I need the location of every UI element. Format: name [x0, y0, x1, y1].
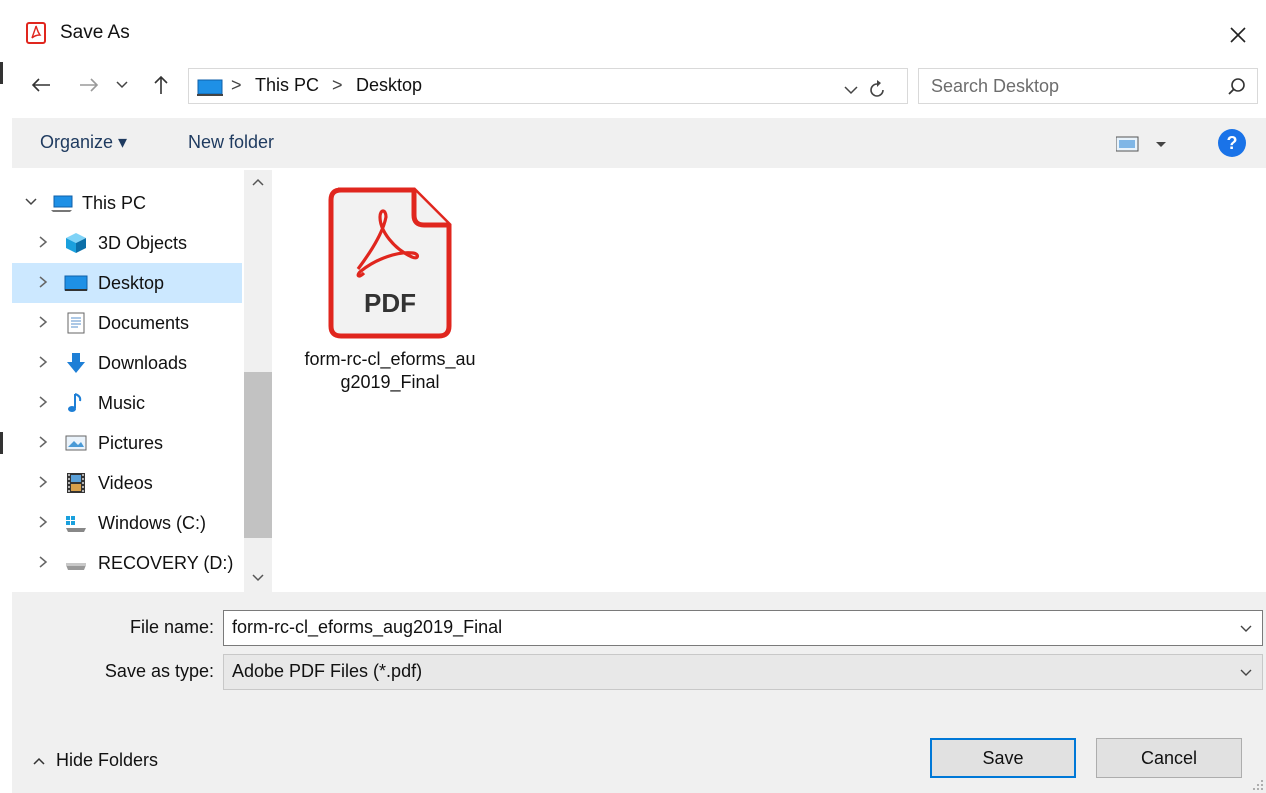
save-type-value: Adobe PDF Files (*.pdf) — [232, 661, 423, 681]
close-icon — [1230, 27, 1246, 43]
file-name-value[interactable]: form-rc-cl_eforms_aug2019_Final — [232, 617, 502, 638]
chevron-down-icon[interactable] — [248, 568, 268, 588]
nav-label: Downloads — [98, 353, 188, 373]
cancel-button[interactable]: Cancel — [1096, 738, 1242, 778]
nav-item-this-pc[interactable]: This PC — [12, 183, 242, 223]
organize-menu[interactable]: Organize ▾ — [40, 132, 127, 153]
refresh-icon[interactable] — [865, 78, 889, 102]
save-type-label: Save as type: — [104, 661, 214, 681]
nav-item-music[interactable]: Music — [12, 383, 242, 423]
chevron-right-icon[interactable] — [36, 354, 50, 370]
drive-icon — [66, 563, 86, 570]
chevron-up-icon[interactable] — [248, 172, 268, 192]
save-options-panel: File name: form-rc-cl_eforms_aug2019_Fin… — [12, 592, 1266, 793]
command-bar: Organize ▾ New folder ? — [12, 118, 1266, 168]
chevron-right-icon[interactable] — [36, 274, 50, 290]
breadcrumb-separator: > — [231, 75, 242, 95]
hide-folders-button[interactable]: Hide Folders — [56, 750, 158, 771]
address-bar[interactable]: > This PC > Desktop — [188, 68, 908, 104]
chevron-down-icon — [116, 81, 128, 89]
navigation-pane: This PC 3D Objects Desktop Documents Dow… — [12, 170, 272, 592]
change-view-button[interactable] — [1115, 133, 1172, 155]
new-folder-button[interactable]: New folder — [188, 132, 274, 153]
file-name-label: File name: — [129, 617, 214, 637]
chevron-right-icon[interactable] — [36, 554, 50, 570]
nav-item-3d-objects[interactable]: 3D Objects — [12, 223, 242, 263]
chevron-down-icon[interactable] — [1238, 622, 1254, 636]
search-input[interactable]: Search Desktop — [918, 68, 1258, 104]
file-list: PDF form-rc-cl_eforms_aug2019_Final — [272, 170, 1266, 592]
chevron-right-icon[interactable] — [36, 434, 50, 450]
chevron-right-icon[interactable] — [36, 474, 50, 490]
breadcrumb-this-pc[interactable]: This PC — [255, 75, 319, 96]
forward-button[interactable] — [74, 70, 104, 100]
arrow-left-icon — [31, 78, 50, 92]
view-options-icon — [1115, 136, 1166, 152]
scroll-thumb[interactable] — [244, 372, 272, 538]
acrobat-app-icon — [26, 22, 46, 44]
resize-grip-icon[interactable] — [1252, 779, 1264, 791]
pdf-icon-text: PDF — [364, 288, 416, 318]
film-icon — [67, 473, 85, 493]
help-button[interactable]: ? — [1218, 129, 1246, 157]
chevron-right-icon[interactable] — [36, 394, 50, 410]
nav-item-desktop[interactable]: Desktop — [12, 263, 242, 303]
windows-drive-icon — [66, 516, 86, 532]
nav-label: This PC — [82, 193, 147, 213]
nav-label: Videos — [98, 473, 153, 493]
chevron-right-icon[interactable] — [36, 314, 50, 330]
nav-scrollbar[interactable] — [244, 170, 272, 592]
computer-icon — [197, 79, 223, 96]
chevron-right-icon[interactable] — [36, 514, 50, 530]
up-button[interactable] — [146, 70, 176, 100]
save-type-select[interactable]: Adobe PDF Files (*.pdf) — [223, 654, 1263, 690]
save-button[interactable]: Save — [930, 738, 1076, 778]
desktop-icon — [64, 275, 88, 291]
chevron-down-icon[interactable] — [24, 194, 38, 210]
nav-label: Music — [98, 393, 146, 413]
nav-item-recovery-d[interactable]: RECOVERY (D:) — [12, 543, 242, 583]
breadcrumb-desktop[interactable]: Desktop — [356, 75, 422, 96]
nav-label: 3D Objects — [98, 233, 188, 253]
arrow-up-icon — [154, 75, 168, 94]
music-note-icon — [68, 393, 82, 412]
file-name-field[interactable]: form-rc-cl_eforms_aug2019_Final — [223, 610, 1263, 646]
download-arrow-icon — [67, 353, 85, 373]
search-icon — [1228, 78, 1245, 95]
recent-locations-button[interactable] — [112, 70, 132, 100]
close-button[interactable] — [1220, 18, 1256, 52]
nav-label: Desktop — [98, 273, 165, 293]
chevron-right-icon[interactable] — [36, 234, 50, 250]
arrow-right-icon — [80, 78, 99, 92]
nav-item-documents[interactable]: Documents — [12, 303, 242, 343]
file-name-label: form-rc-cl_eforms_aug2019_Final — [304, 349, 476, 392]
nav-label: Windows (C:) — [98, 513, 207, 533]
nav-label: Pictures — [98, 433, 164, 453]
file-item[interactable]: PDF form-rc-cl_eforms_aug2019_Final — [302, 182, 476, 402]
nav-item-videos[interactable]: Videos — [12, 463, 242, 503]
window-title: Save As — [60, 22, 130, 43]
nav-item-pictures[interactable]: Pictures — [12, 423, 242, 463]
nav-label: RECOVERY (D:) — [98, 553, 234, 573]
back-button[interactable] — [26, 70, 56, 100]
address-row: > This PC > Desktop Search Desktop — [12, 62, 1266, 108]
cube-icon — [66, 233, 86, 253]
nav-label: Documents — [98, 313, 190, 333]
computer-icon — [51, 195, 73, 212]
pdf-file-icon: PDF — [328, 187, 452, 339]
picture-icon — [65, 435, 87, 451]
search-placeholder: Search Desktop — [931, 76, 1060, 96]
title-bar: Save As — [12, 14, 1266, 54]
breadcrumb-separator: > — [332, 75, 343, 95]
document-icon — [67, 312, 85, 334]
nav-item-downloads[interactable]: Downloads — [12, 343, 242, 383]
chevron-down-icon[interactable] — [841, 80, 861, 100]
edge-artifact — [0, 62, 3, 84]
chevron-up-icon[interactable] — [32, 755, 46, 769]
nav-item-windows-c[interactable]: Windows (C:) — [12, 503, 242, 543]
chevron-down-icon[interactable] — [1238, 666, 1254, 680]
edge-artifact — [0, 432, 3, 454]
